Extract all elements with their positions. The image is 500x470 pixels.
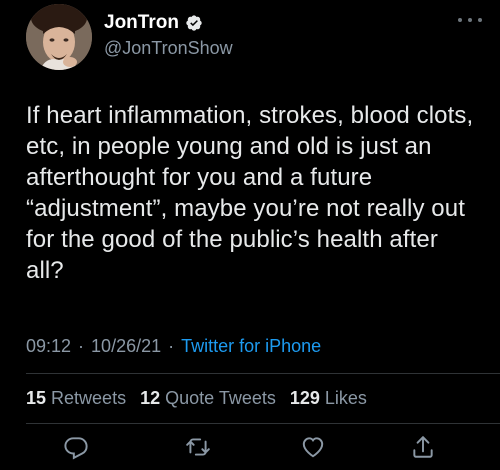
share-icon[interactable] xyxy=(410,434,436,460)
profile-photo xyxy=(26,4,92,70)
divider xyxy=(26,423,500,424)
retweets-count: 15 xyxy=(26,388,47,408)
likes-label: Likes xyxy=(324,388,367,408)
quote-tweets-label: Quote Tweets xyxy=(165,388,276,408)
meta-separator: · xyxy=(168,336,175,356)
likes-stat[interactable]: 129 Likes xyxy=(290,388,367,409)
tweet-time[interactable]: 09:12 xyxy=(26,336,71,357)
verified-badge-icon xyxy=(185,14,203,32)
avatar[interactable] xyxy=(26,4,92,70)
author-handle[interactable]: @JonTronShow xyxy=(104,38,233,59)
engagement-stats: 15 Retweets 12 Quote Tweets 129 Likes xyxy=(26,388,381,409)
divider xyxy=(26,373,500,374)
tweet-date[interactable]: 10/26/21 xyxy=(91,336,161,357)
reply-icon[interactable] xyxy=(63,434,89,460)
author-display-name[interactable]: JonTron xyxy=(104,12,179,34)
tweet-meta: 09:12 · 10/26/21 · Twitter for iPhone xyxy=(26,336,321,357)
quote-tweets-count: 12 xyxy=(140,388,161,408)
heart-icon[interactable] xyxy=(300,434,326,460)
likes-count: 129 xyxy=(289,388,320,408)
author-name-row[interactable]: JonTron xyxy=(104,12,203,34)
more-options-icon[interactable] xyxy=(458,12,482,28)
retweets-stat[interactable]: 15 Retweets xyxy=(26,388,126,409)
tweet-card: JonTron @JonTronShow If heart inflammati… xyxy=(0,0,500,470)
retweets-label: Retweets xyxy=(51,388,127,408)
tweet-action-bar xyxy=(0,434,500,466)
tweet-text: If heart inflammation, strokes, blood cl… xyxy=(26,102,474,284)
meta-separator: · xyxy=(78,336,85,356)
quote-tweets-stat[interactable]: 12 Quote Tweets xyxy=(140,388,276,409)
retweet-icon[interactable] xyxy=(185,434,211,460)
tweet-source-link[interactable]: Twitter for iPhone xyxy=(181,336,321,357)
